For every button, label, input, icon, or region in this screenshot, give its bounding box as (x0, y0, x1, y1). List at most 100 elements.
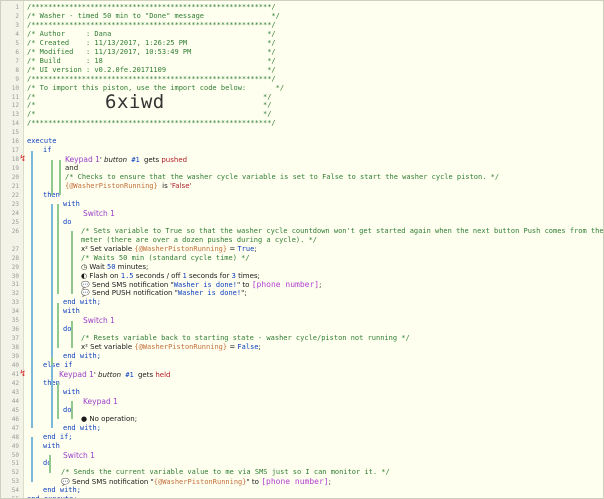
trigger-marker-icon: ↯ (20, 154, 26, 165)
code-text[interactable]: Switch 1 (83, 316, 115, 327)
token-var: {@WasherPistonRunning} (65, 182, 158, 190)
token-pl: ; (134, 414, 138, 423)
token-num: #1 (127, 156, 144, 165)
token-var: {@WasherPistonRunning} (153, 478, 247, 487)
token-c: /* Checks to ensure that the washer cycl… (65, 173, 500, 182)
indent-guide (31, 437, 33, 482)
code-text[interactable]: {@WasherPistonRunning} is 'False' (65, 182, 191, 192)
token-str: True (237, 244, 255, 253)
token-pl: Set variable (87, 343, 135, 352)
token-pl: ; (146, 262, 149, 271)
token-pl: minutes (115, 262, 147, 271)
token-pl: x² (81, 343, 88, 352)
token-kw: with (63, 307, 80, 316)
code-text[interactable]: Keypad 1' button #1 gets held (59, 370, 171, 381)
token-c: /* Waits 50 min (standard cycle time) */ (81, 253, 250, 262)
token-kw: else if (43, 361, 73, 369)
indent-guide (31, 150, 33, 429)
token-pl: x² (81, 244, 88, 253)
indent-guide (51, 159, 53, 196)
token-pl: gets (143, 156, 162, 165)
indent-guide (51, 356, 53, 366)
code-text[interactable]: with (63, 388, 80, 398)
token-num: 1.5 (120, 271, 134, 280)
token-pl: and (65, 164, 79, 173)
code-text[interactable]: end execute; (27, 495, 78, 498)
token-dev: Keypad 1 (59, 369, 94, 379)
code-text[interactable]: with (43, 442, 60, 452)
code-text[interactable]: Switch 1 (83, 209, 115, 220)
token-dev: Switch 1 (83, 208, 115, 218)
code-text[interactable]: 💬 Send PUSH notification "Washer is done… (81, 289, 247, 299)
code-text[interactable]: Keypad 1 (83, 397, 118, 408)
token-c: /***************************************… (27, 74, 276, 83)
token-c: /* Washer - timed 50 min to "Done" messa… (27, 11, 280, 20)
piston-code-viewer: 1/**************************************… (0, 0, 604, 499)
token-num: #1 (121, 370, 138, 379)
token-str: Washer is done! (177, 289, 242, 298)
token-var: {@WasherPistonRunning} (134, 343, 228, 352)
token-kw: end with; (63, 423, 101, 432)
token-pl: 💬 (61, 478, 70, 487)
token-pl: ; (328, 478, 331, 487)
code-text[interactable]: if (43, 146, 51, 156)
indent-guide (57, 302, 59, 348)
indent-guide (71, 320, 73, 348)
token-kw: with (43, 441, 60, 450)
token-pl: Flash on (87, 271, 121, 280)
token-dev: Keypad 1 (65, 155, 100, 165)
token-kw: do (63, 217, 72, 226)
token-c: /* Build : 18 */ (27, 56, 276, 65)
token-c: /***************************************… (27, 119, 276, 128)
code-text[interactable]: with (63, 200, 80, 210)
token-red: held (155, 370, 171, 379)
token-c: meter (there are over a dozen pushes dur… (81, 235, 318, 244)
code-text[interactable]: 💬 Send SMS notification "{@WasherPistonR… (61, 477, 331, 488)
token-pl: Wait (87, 262, 108, 271)
token-pl: ; (258, 343, 261, 352)
import-code[interactable]: 6xiwd (105, 93, 165, 112)
code-text[interactable]: with (63, 307, 80, 317)
token-pl: No operation (87, 414, 135, 423)
token-pl: ; (319, 281, 322, 290)
token-str: False (237, 343, 259, 352)
token-c: /* Modified : 11/13/2017, 10:53:49 PM */ (27, 47, 276, 56)
indent-guide (71, 231, 73, 294)
token-red: pushed (161, 156, 188, 165)
token-kw: end with; (43, 486, 81, 495)
token-arg: [phone number] (261, 477, 329, 487)
token-pl: Send PUSH notification " (89, 289, 178, 298)
token-pl: Send SMS notification " (69, 478, 154, 487)
token-pl: Set variable (87, 244, 135, 253)
line-number: 55 (1, 495, 19, 498)
token-kw: with (63, 199, 80, 208)
token-kw: end execute; (27, 495, 78, 498)
indent-guide (71, 401, 73, 420)
token-arg: [phone number] (251, 280, 320, 290)
token-pl: "; (241, 289, 247, 298)
token-pl: seconds / off (133, 271, 183, 280)
token-c: /* Author : Dana */ (27, 29, 276, 38)
token-pl: seconds for (186, 271, 232, 280)
token-it: button (98, 370, 122, 379)
code-text[interactable]: x² Set variable {@WasherPistonRunning} =… (81, 343, 261, 353)
token-c: /* Sends the current variable value to m… (61, 468, 390, 477)
line-number: 26 (11, 227, 19, 235)
token-pl: = (227, 244, 238, 253)
token-kw: end with; (63, 352, 101, 361)
code-text[interactable]: /***************************************… (27, 119, 276, 129)
indent-guide (49, 454, 51, 473)
indent-guide (51, 204, 53, 429)
code-text[interactable]: execute (27, 137, 57, 147)
token-kw: end with; (63, 298, 101, 307)
token-kw: with (63, 387, 80, 396)
token-c: /* Created : 11/13/2017, 1:26:25 PM */ (27, 38, 276, 47)
indent-guide (57, 204, 59, 294)
token-pl: gets (137, 370, 156, 379)
code-text[interactable]: Keypad 1' button #1 gets pushed (65, 155, 187, 166)
token-dev: Switch 1 (83, 316, 115, 326)
token-var: {@WasherPistonRunning} (134, 244, 228, 253)
code-text[interactable]: do (63, 218, 71, 228)
code-text[interactable]: Switch 1 (63, 451, 95, 462)
token-dev: Switch 1 (63, 450, 95, 460)
